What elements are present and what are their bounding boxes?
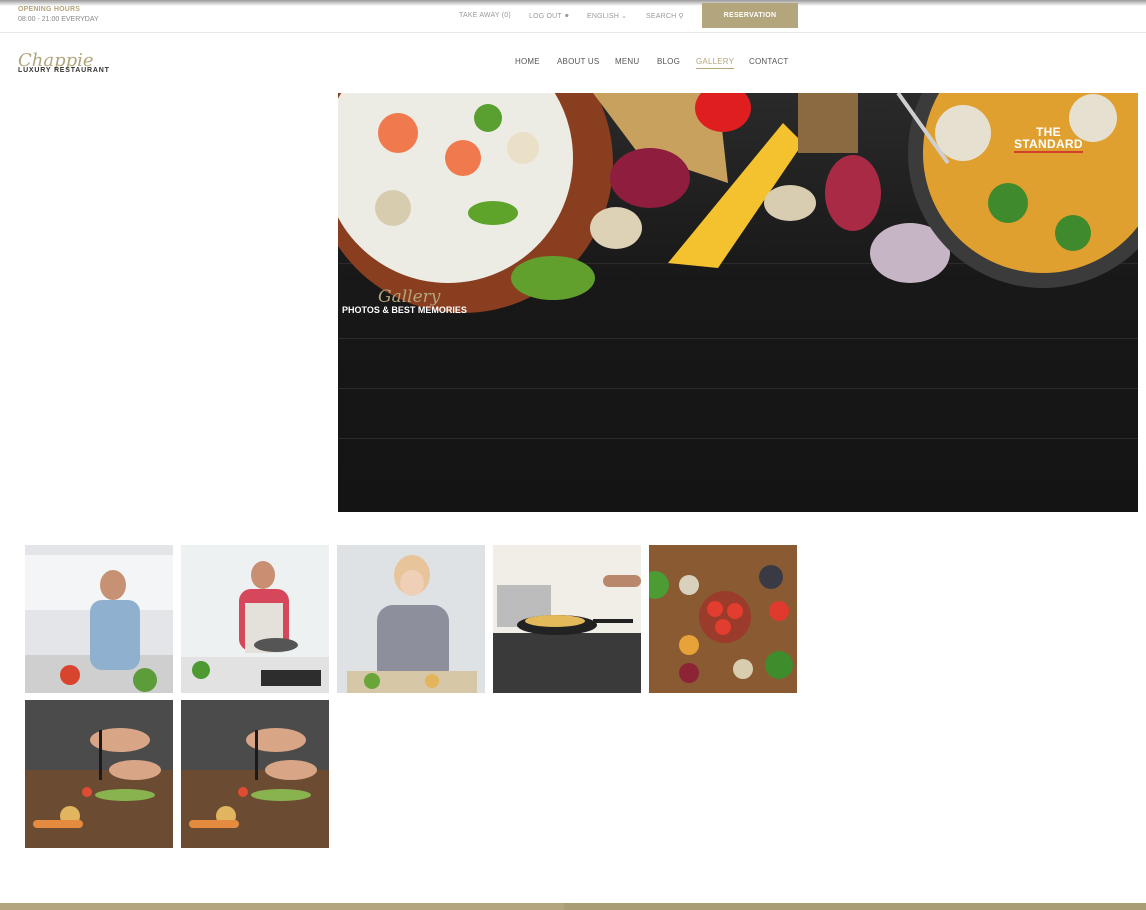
search-label: SEARCH: [646, 13, 677, 20]
badge-underline: [1014, 151, 1083, 153]
nav-about-us[interactable]: ABOUT US: [557, 57, 599, 66]
language-label: ENGLISH: [587, 13, 620, 20]
shrimp: [378, 113, 418, 153]
language-dropdown[interactable]: ENGLISH ⌄: [587, 12, 627, 20]
mushroom: [764, 185, 816, 221]
burlap-sack: [798, 93, 858, 153]
woman-cooking-photo: [181, 545, 329, 693]
gallery-image-woman-cooking[interactable]: [181, 545, 329, 693]
tomatoes-spices-photo: [649, 545, 797, 693]
nav-contact[interactable]: CONTACT: [749, 57, 788, 66]
footer-band-right: [564, 903, 1146, 910]
reservation-button[interactable]: RESERVATION: [702, 3, 798, 28]
the-standard-badge: THE STANDARD: [1014, 126, 1083, 153]
mushroom: [375, 190, 411, 226]
mushroom: [590, 207, 642, 249]
gallery-image-chopping-vegetables-2[interactable]: [181, 700, 329, 848]
red-onion: [825, 155, 881, 231]
gallery-image-man-cooking[interactable]: [25, 545, 173, 693]
opening-hours-label: OPENING HOURS: [18, 6, 81, 13]
gallery-image-tomatoes-spices[interactable]: [649, 545, 797, 693]
take-away-label: TAKE AWAY (0): [459, 12, 511, 19]
hero-title: Gallery: [378, 287, 441, 307]
logo-subtitle: LUXURY RESTAURANT: [18, 67, 110, 74]
search-icon: ⚲: [678, 13, 684, 20]
gallery-image-pan-on-stove[interactable]: [493, 545, 641, 693]
mushroom: [507, 132, 539, 164]
top-bar: OPENING HOURS 08:00 - 21:00 EVERYDAY TAK…: [0, 0, 1146, 33]
broccoli: [988, 183, 1028, 223]
shrimp: [445, 140, 481, 176]
search-link[interactable]: SEARCH ⚲: [646, 12, 684, 20]
peas: [474, 104, 502, 132]
chevron-down-icon: ⌄: [621, 13, 628, 20]
hero-banner: THE STANDARD Gallery PHOTOS & BEST MEMOR…: [338, 93, 1138, 512]
footer-band: [0, 903, 1146, 910]
red-onion: [610, 148, 690, 208]
badge-line-2: STANDARD: [1014, 137, 1083, 151]
chopping-vegetables-photo: [181, 700, 329, 848]
nav-home[interactable]: HOME: [515, 57, 540, 66]
take-away-link[interactable]: TAKE AWAY (0): [459, 12, 511, 19]
nav-menu[interactable]: MENU: [615, 57, 639, 66]
nav-gallery[interactable]: GALLERY: [696, 57, 735, 69]
mushroom: [935, 105, 991, 161]
logout-link[interactable]: LOG OUT ⚫: [529, 12, 570, 20]
green-pepper: [468, 201, 518, 225]
gallery-image-chopping-vegetables-1[interactable]: [25, 700, 173, 848]
hero-subtitle: PHOTOS & BEST MEMORIES: [342, 305, 467, 315]
reservation-label: RESERVATION: [723, 12, 777, 19]
opening-hours-value: 08:00 - 21:00 EVERYDAY: [18, 16, 99, 23]
logout-label: LOG OUT: [529, 13, 562, 20]
man-cooking-photo: [25, 545, 173, 693]
user-icon: ⚫: [563, 13, 570, 20]
broccoli: [1055, 215, 1091, 251]
wood-plank-line: [338, 438, 1138, 439]
pan-on-stove-photo: [493, 545, 641, 693]
nav-blog[interactable]: BLOG: [657, 57, 680, 66]
girl-cutting-photo: [337, 545, 485, 693]
chopping-vegetables-photo: [25, 700, 173, 848]
green-pepper: [511, 256, 595, 300]
gallery-image-girl-cutting[interactable]: [337, 545, 485, 693]
